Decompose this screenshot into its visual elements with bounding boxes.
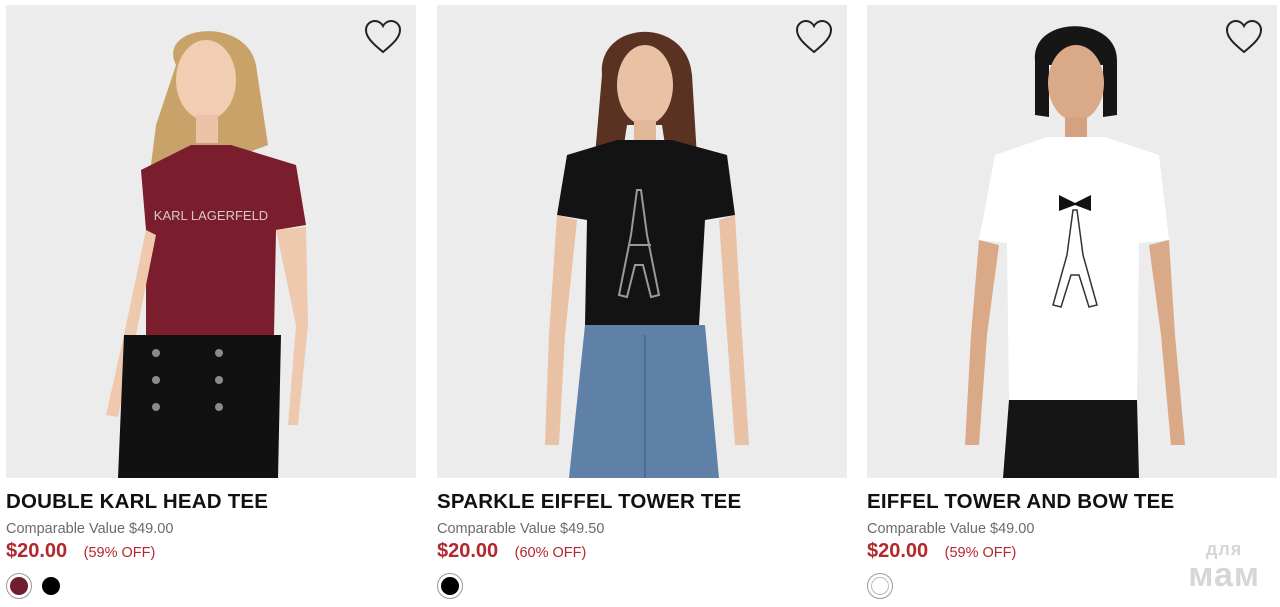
product-title[interactable]: DOUBLE KARL HEAD TEE [6, 490, 268, 514]
discount-label: (59% OFF) [944, 545, 1017, 561]
wishlist-heart-icon[interactable] [1225, 19, 1263, 55]
product-card: SPARKLE EIFFEL TOWER TEE Comparable Valu… [437, 0, 847, 607]
color-swatch-black[interactable] [437, 573, 463, 599]
wishlist-heart-icon[interactable] [795, 19, 833, 55]
color-swatches [437, 573, 463, 599]
color-swatches [867, 573, 893, 599]
product-card: KARL LAGERFELD DOUBLE KARL HEAD TEE Comp… [6, 0, 416, 607]
product-image[interactable]: KARL LAGERFELD [6, 5, 416, 478]
discount-label: (60% OFF) [514, 545, 587, 561]
wishlist-heart-icon[interactable] [364, 19, 402, 55]
product-title[interactable]: EIFFEL TOWER AND BOW TEE [867, 490, 1174, 514]
discount-label: (59% OFF) [83, 545, 156, 561]
product-image[interactable] [437, 5, 847, 478]
comparable-value: Comparable Value $49.00 [6, 521, 174, 537]
color-swatches [6, 573, 64, 599]
price-row: $20.00 (59% OFF) [867, 540, 1016, 563]
product-image[interactable] [867, 5, 1277, 478]
comparable-value: Comparable Value $49.00 [867, 521, 1035, 537]
sale-price: $20.00 [6, 540, 68, 562]
product-card: EIFFEL TOWER AND BOW TEE Comparable Valu… [867, 0, 1277, 607]
color-swatch-white[interactable] [867, 573, 893, 599]
svg-text:KARL LAGERFELD: KARL LAGERFELD [154, 208, 268, 223]
color-swatch-black[interactable] [38, 573, 64, 599]
watermark-line2: мам [1188, 556, 1260, 594]
sale-price: $20.00 [437, 540, 499, 562]
product-grid: KARL LAGERFELD DOUBLE KARL HEAD TEE Comp… [0, 0, 1280, 607]
price-row: $20.00 (60% OFF) [437, 540, 586, 563]
sale-price: $20.00 [867, 540, 929, 562]
product-title[interactable]: SPARKLE EIFFEL TOWER TEE [437, 490, 741, 514]
color-swatch-burgundy[interactable] [6, 573, 32, 599]
watermark: для мам [1188, 540, 1260, 592]
price-row: $20.00 (59% OFF) [6, 540, 155, 563]
comparable-value: Comparable Value $49.50 [437, 521, 605, 537]
